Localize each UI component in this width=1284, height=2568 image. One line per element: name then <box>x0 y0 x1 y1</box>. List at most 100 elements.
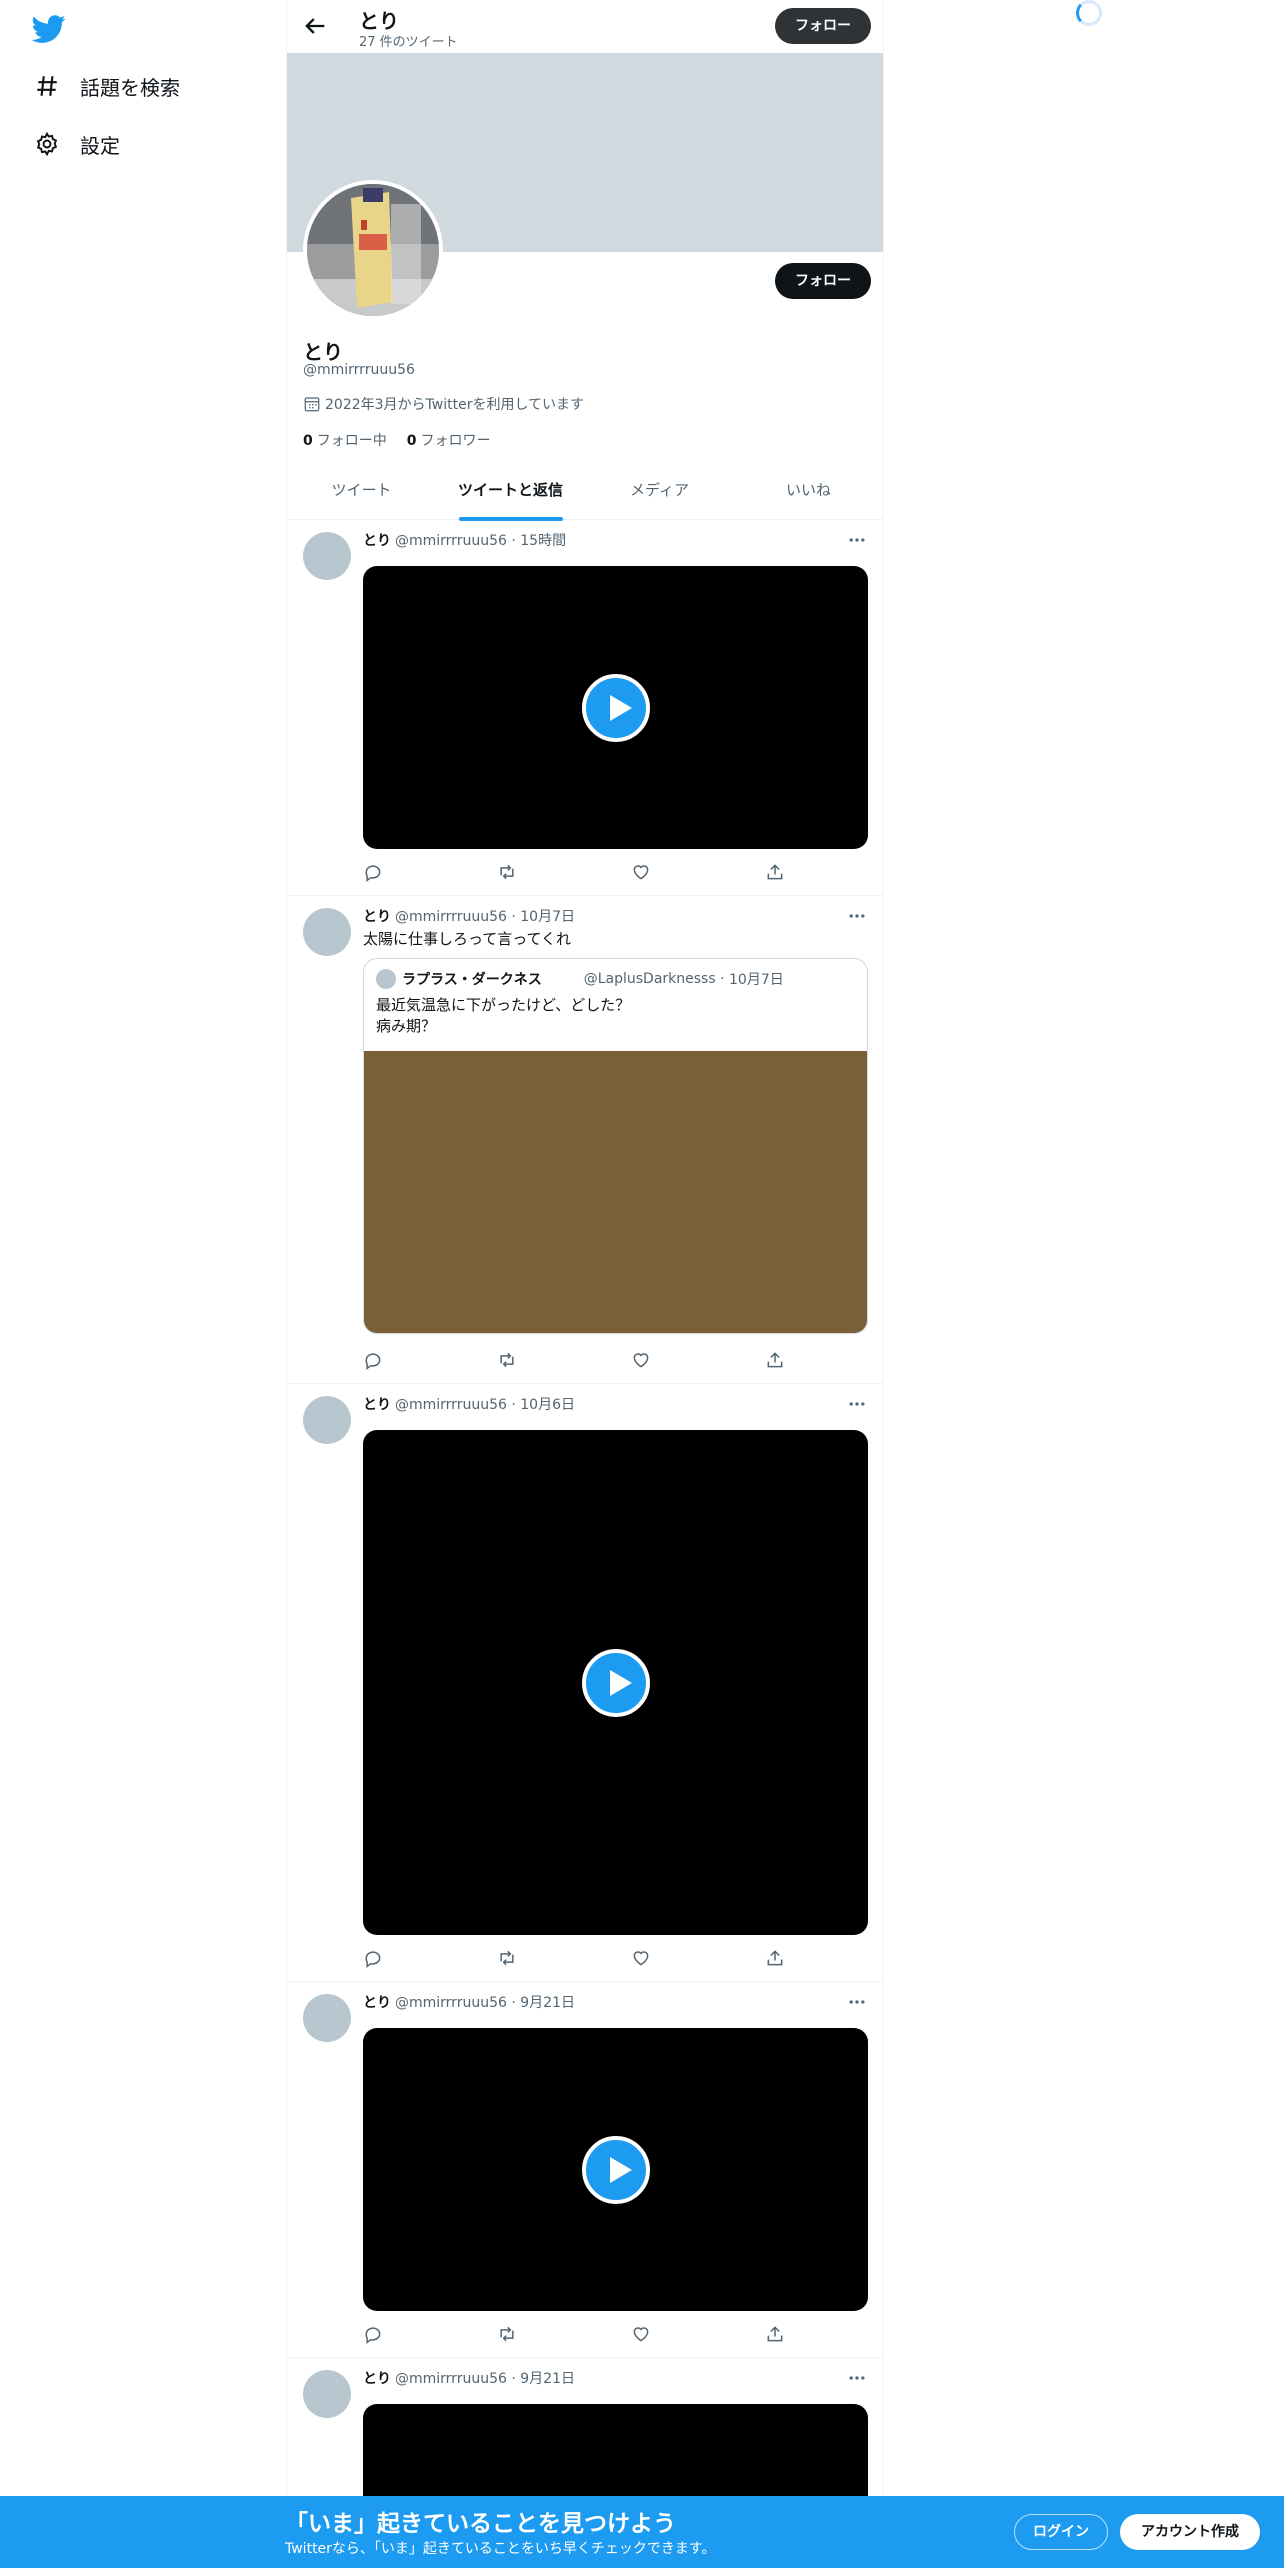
tweet-time[interactable]: 15時間 <box>520 533 566 549</box>
tab-tweets-and-replies[interactable]: ツイートと返信 <box>436 468 585 519</box>
retweet-icon[interactable] <box>497 2324 517 2344</box>
tweet-time[interactable]: 10月6日 <box>520 1397 575 1413</box>
tweet-text: 太陽に仕事しろって言ってくれ <box>363 930 572 948</box>
tab-likes[interactable]: いいね <box>734 468 883 519</box>
reply-icon[interactable] <box>363 1948 383 1968</box>
tweet-avatar[interactable] <box>303 908 351 956</box>
tweet-handle[interactable]: @mmirrrruuu56 <box>395 2371 507 2387</box>
profile-follow-button[interactable]: フォロー <box>775 263 871 299</box>
retweet-icon[interactable] <box>497 1350 517 1370</box>
reply-icon[interactable] <box>363 2324 383 2344</box>
tweet-author-name[interactable]: とり <box>363 1397 391 1413</box>
retweet-icon[interactable] <box>497 862 517 882</box>
like-icon[interactable] <box>631 1948 651 1968</box>
quote-tweet[interactable]: ラプラス・ダークネス @LaplusDarknesss · 10月7日 最近気温… <box>363 958 868 1334</box>
tweet[interactable]: とり @mmirrrruuu56 · 9月21日 <box>287 1982 883 2358</box>
tweet-actions <box>363 862 833 884</box>
calendar-icon <box>304 397 320 412</box>
more-icon[interactable] <box>847 530 867 550</box>
tweet-avatar[interactable] <box>303 532 351 580</box>
reply-icon[interactable] <box>363 862 383 882</box>
profile-joined-text: 2022年3月からTwitterを利用しています <box>325 397 585 413</box>
profile-avatar[interactable] <box>303 180 443 320</box>
nav-explore[interactable]: 話題を検索 <box>34 66 180 106</box>
tweet-time[interactable]: 9月21日 <box>520 1995 575 2011</box>
back-arrow-icon[interactable] <box>301 12 329 40</box>
followers-count: 0 <box>406 433 417 449</box>
profile-avatar-image <box>307 184 439 316</box>
quote-text: 最近気温急に下がったけど、どした？ 病み期？ <box>376 995 630 1037</box>
tweet-author-name[interactable]: とり <box>363 1995 391 2011</box>
like-icon[interactable] <box>631 2324 651 2344</box>
tweet-avatar[interactable] <box>303 1994 351 2042</box>
share-icon[interactable] <box>765 1350 785 1370</box>
login-button[interactable]: ログイン <box>1014 2514 1108 2550</box>
quote-time: 10月7日 <box>729 972 784 988</box>
tweet-handle[interactable]: @mmirrrruuu56 <box>395 1995 507 2011</box>
tweet[interactable]: とり @mmirrrruuu56 · 15時間 <box>287 520 883 896</box>
signup-banner: 「いま」起きていることを見つけよう Twitterなら、「いま」起きていることを… <box>0 2496 1284 2568</box>
tweet-handle[interactable]: @mmirrrruuu56 <box>395 909 507 925</box>
tweet-video[interactable] <box>363 566 868 849</box>
tweet-author-name[interactable]: とり <box>363 909 391 925</box>
loading-spinner-icon <box>1076 0 1102 26</box>
tweet-handle[interactable]: @mmirrrruuu56 <box>395 1397 507 1413</box>
tweet[interactable]: とり @mmirrrruuu56 · 10月7日 太陽に仕事しろって言ってくれ ラ… <box>287 896 883 1384</box>
quote-text-line: 最近気温急に下がったけど、どした？ <box>376 996 631 1014</box>
nav-settings[interactable]: 設定 <box>34 124 120 164</box>
tweet-header: とり @mmirrrruuu56 · 9月21日 <box>363 1995 575 2011</box>
reply-icon[interactable] <box>363 1350 383 1370</box>
more-icon[interactable] <box>847 1992 867 2012</box>
tweet[interactable]: とり @mmirrrruuu56 · 10月6日 <box>287 1384 883 1982</box>
profile-tabs: ツイート ツイートと返信 メディア いいね <box>287 468 883 520</box>
followers-label: フォロワー <box>420 433 491 449</box>
signup-banner-title: 「いま」起きていることを見つけよう <box>285 2511 676 2537</box>
more-icon[interactable] <box>847 1394 867 1414</box>
retweet-icon[interactable] <box>497 1948 517 1968</box>
quote-handle: @LaplusDarknesss <box>583 971 716 987</box>
tab-tweets[interactable]: ツイート <box>287 468 436 519</box>
top-bar: とり 27 件のツイート フォロー <box>287 0 883 53</box>
followers-link[interactable]: 0 フォロワー <box>407 430 491 450</box>
quote-author-name: ラプラス・ダークネス <box>402 972 542 988</box>
more-icon[interactable] <box>847 2368 867 2388</box>
tweet-header: とり @mmirrrruuu56 · 9月21日 <box>363 2371 575 2387</box>
nav-settings-label: 設定 <box>80 133 120 158</box>
more-icon[interactable] <box>847 906 867 926</box>
profile-handle: @mmirrrruuu56 <box>303 362 415 378</box>
share-icon[interactable] <box>765 1948 785 1968</box>
tab-media[interactable]: メディア <box>585 468 734 519</box>
play-icon[interactable] <box>581 673 650 742</box>
tweet-video[interactable] <box>363 2028 868 2311</box>
signup-banner-subtitle: Twitterなら、「いま」起きていることをいち早くチェックできます。 <box>285 2541 716 2557</box>
profile-name: とり <box>303 340 343 364</box>
header-tweet-count: 27 件のツイート <box>359 35 458 50</box>
following-count: 0 <box>303 433 313 449</box>
profile-joined: 2022年3月からTwitterを利用しています <box>303 394 584 414</box>
quote-image[interactable] <box>364 1051 867 1333</box>
tweet-time[interactable]: 9月21日 <box>520 2371 575 2387</box>
tweet-author-name[interactable]: とり <box>363 2371 391 2387</box>
tweet-header: とり @mmirrrruuu56 · 10月6日 <box>363 1397 575 1413</box>
share-icon[interactable] <box>765 862 785 882</box>
tweet-actions <box>363 2324 833 2346</box>
like-icon[interactable] <box>631 862 651 882</box>
tweet-video[interactable] <box>363 1430 868 1935</box>
following-label: フォロー中 <box>316 433 387 449</box>
following-link[interactable]: 0 フォロー中 <box>303 430 387 450</box>
twitter-bird-icon[interactable] <box>32 12 66 46</box>
like-icon[interactable] <box>631 1350 651 1370</box>
tweet-handle[interactable]: @mmirrrruuu56 <box>395 533 507 549</box>
play-icon[interactable] <box>581 2135 650 2204</box>
play-icon[interactable] <box>581 1648 650 1717</box>
create-account-button[interactable]: アカウント作成 <box>1120 2514 1260 2550</box>
share-icon[interactable] <box>765 2324 785 2344</box>
header-name: とり <box>359 9 399 33</box>
left-nav: 話題を検索 設定 <box>0 0 286 2568</box>
tweet-author-name[interactable]: とり <box>363 533 391 549</box>
tweet-avatar[interactable] <box>303 1396 351 1444</box>
tweet-time[interactable]: 10月7日 <box>520 909 575 925</box>
header-follow-button[interactable]: フォロー <box>775 8 871 44</box>
quote-avatar <box>376 969 396 989</box>
tweet-avatar[interactable] <box>303 2370 351 2418</box>
